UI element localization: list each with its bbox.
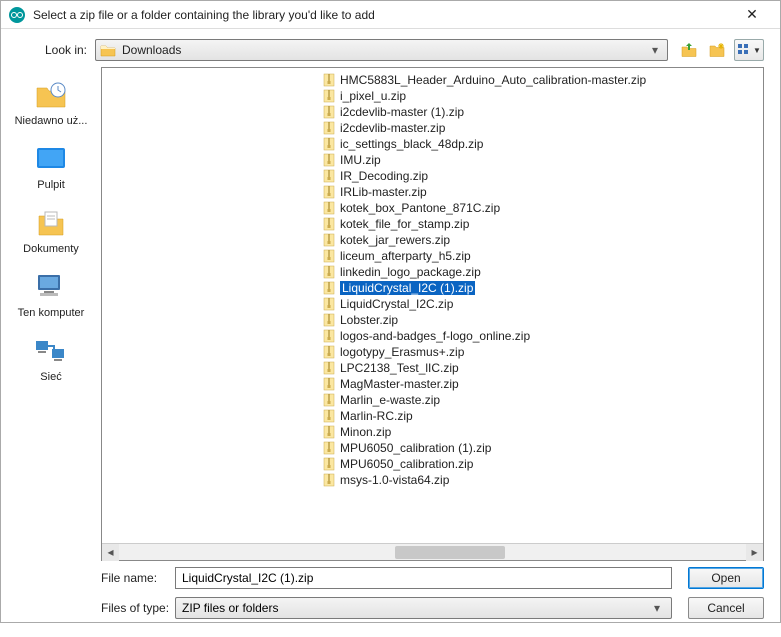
- cancel-button[interactable]: Cancel: [688, 597, 764, 619]
- file-row[interactable]: MPU6050_calibration (1).zip: [102, 440, 763, 456]
- file-row[interactable]: Marlin-RC.zip: [102, 408, 763, 424]
- file-row[interactable]: logotypy_Erasmus+.zip: [102, 344, 763, 360]
- dialog-toolbar: ▼: [678, 39, 764, 61]
- file-row[interactable]: Lobster.zip: [102, 312, 763, 328]
- file-name: i2cdevlib-master (1).zip: [340, 105, 464, 119]
- file-row[interactable]: i2cdevlib-master (1).zip: [102, 104, 763, 120]
- file-row[interactable]: i2cdevlib-master.zip: [102, 120, 763, 136]
- file-row[interactable]: msys-1.0-vista64.zip: [102, 472, 763, 488]
- sidebar-item-label: Dokumenty: [7, 243, 95, 255]
- file-name: Lobster.zip: [340, 313, 398, 327]
- look-in-combo[interactable]: Downloads ▾: [95, 39, 668, 61]
- file-type-label: Files of type:: [101, 601, 175, 615]
- file-row[interactable]: Marlin_e-waste.zip: [102, 392, 763, 408]
- file-row[interactable]: HMC5883L_Header_Arduino_Auto_calibration…: [102, 72, 763, 88]
- scroll-right-arrow[interactable]: ▸: [746, 544, 763, 561]
- open-button[interactable]: Open: [688, 567, 764, 589]
- sidebar-item-label: Pulpit: [7, 179, 95, 191]
- file-name: MPU6050_calibration.zip: [340, 457, 473, 471]
- file-name: LPC2138_Test_lIC.zip: [340, 361, 459, 375]
- file-name: IR_Decoding.zip: [340, 169, 428, 183]
- file-name: kotek_jar_rewers.zip: [340, 233, 450, 247]
- sidebar-item-desktop[interactable]: Pulpit: [7, 143, 95, 191]
- file-row[interactable]: logos-and-badges_f-logo_online.zip: [102, 328, 763, 344]
- file-name: liceum_afterparty_h5.zip: [340, 249, 471, 263]
- file-name: IMU.zip: [340, 153, 381, 167]
- file-name-input[interactable]: [175, 567, 672, 589]
- sidebar-item-network[interactable]: Sieć: [7, 335, 95, 383]
- file-name: MPU6050_calibration (1).zip: [340, 441, 491, 455]
- file-name: Marlin-RC.zip: [340, 409, 413, 423]
- title-bar: Select a zip file or a folder containing…: [1, 1, 780, 29]
- look-in-value: Downloads: [122, 43, 647, 57]
- file-name: LiquidCrystal_I2C.zip: [340, 297, 453, 311]
- scroll-thumb[interactable]: [395, 546, 505, 559]
- horizontal-scrollbar[interactable]: ◂ ▸: [102, 543, 763, 560]
- file-row[interactable]: LPC2138_Test_lIC.zip: [102, 360, 763, 376]
- file-row[interactable]: IR_Decoding.zip: [102, 168, 763, 184]
- file-name: HMC5883L_Header_Arduino_Auto_calibration…: [340, 73, 646, 87]
- file-row[interactable]: linkedin_logo_package.zip: [102, 264, 763, 280]
- view-menu-button[interactable]: ▼: [734, 39, 764, 61]
- file-row[interactable]: liceum_afterparty_h5.zip: [102, 248, 763, 264]
- chevron-down-icon: ▾: [647, 43, 663, 57]
- file-row[interactable]: kotek_jar_rewers.zip: [102, 232, 763, 248]
- folder-icon: [100, 43, 116, 57]
- chevron-down-icon: ▾: [649, 601, 665, 615]
- computer-icon: [33, 271, 69, 303]
- file-name: Marlin_e-waste.zip: [340, 393, 440, 407]
- file-row[interactable]: LiquidCrystal_I2C (1).zip: [102, 280, 763, 296]
- file-name: LiquidCrystal_I2C (1).zip: [340, 281, 475, 295]
- sidebar-item-recent[interactable]: Niedawno uż...: [7, 79, 95, 127]
- file-name: logotypy_Erasmus+.zip: [340, 345, 464, 359]
- file-row[interactable]: IMU.zip: [102, 152, 763, 168]
- sidebar-item-label: Sieć: [7, 371, 95, 383]
- dialog-bottom: File name: Open Files of type: ZIP files…: [1, 561, 780, 637]
- network-icon: [33, 335, 69, 367]
- file-name: IRLib-master.zip: [340, 185, 427, 199]
- file-row[interactable]: IRLib-master.zip: [102, 184, 763, 200]
- look-in-row: Look in: Downloads ▾ ▼: [1, 29, 780, 67]
- recent-icon: [33, 79, 69, 111]
- new-folder-button[interactable]: [706, 39, 728, 61]
- documents-icon: [33, 207, 69, 239]
- window-title: Select a zip file or a folder containing…: [33, 8, 732, 22]
- sidebar-item-label: Niedawno uż...: [7, 115, 95, 127]
- file-row[interactable]: Minon.zip: [102, 424, 763, 440]
- up-one-level-button[interactable]: [678, 39, 700, 61]
- sidebar-item-documents[interactable]: Dokumenty: [7, 207, 95, 255]
- sidebar-item-label: Ten komputer: [7, 307, 95, 319]
- arduino-app-icon: [9, 7, 25, 23]
- file-name: Minon.zip: [340, 425, 391, 439]
- file-row[interactable]: i_pixel_u.zip: [102, 88, 763, 104]
- file-name: kotek_file_for_stamp.zip: [340, 217, 469, 231]
- places-sidebar: Niedawno uż... Pulpit Dokumenty Ten komp…: [1, 67, 101, 561]
- file-name: linkedin_logo_package.zip: [340, 265, 481, 279]
- file-name: kotek_box_Pantone_871C.zip: [340, 201, 500, 215]
- file-name: msys-1.0-vista64.zip: [340, 473, 449, 487]
- close-button[interactable]: ✕: [732, 6, 772, 23]
- chevron-down-icon: ▼: [753, 46, 761, 55]
- file-row[interactable]: MPU6050_calibration.zip: [102, 456, 763, 472]
- file-name: MagMaster-master.zip: [340, 377, 459, 391]
- file-name: ic_settings_black_48dp.zip: [340, 137, 483, 151]
- desktop-icon: [33, 143, 69, 175]
- file-row[interactable]: kotek_box_Pantone_871C.zip: [102, 200, 763, 216]
- file-row[interactable]: LiquidCrystal_I2C.zip: [102, 296, 763, 312]
- file-name: logos-and-badges_f-logo_online.zip: [340, 329, 530, 343]
- file-row[interactable]: kotek_file_for_stamp.zip: [102, 216, 763, 232]
- file-list[interactable]: HMC5883L_Header_Arduino_Auto_calibration…: [102, 68, 763, 543]
- file-row[interactable]: ic_settings_black_48dp.zip: [102, 136, 763, 152]
- file-name: i_pixel_u.zip: [340, 89, 406, 103]
- file-list-area: HMC5883L_Header_Arduino_Auto_calibration…: [101, 67, 764, 561]
- file-name: i2cdevlib-master.zip: [340, 121, 445, 135]
- scroll-left-arrow[interactable]: ◂: [102, 544, 119, 561]
- file-type-value: ZIP files or folders: [182, 601, 649, 615]
- file-name-label: File name:: [101, 571, 175, 585]
- file-row[interactable]: MagMaster-master.zip: [102, 376, 763, 392]
- sidebar-item-computer[interactable]: Ten komputer: [7, 271, 95, 319]
- look-in-label: Look in:: [17, 43, 95, 57]
- file-type-combo[interactable]: ZIP files or folders ▾: [175, 597, 672, 619]
- scroll-track[interactable]: [119, 544, 746, 561]
